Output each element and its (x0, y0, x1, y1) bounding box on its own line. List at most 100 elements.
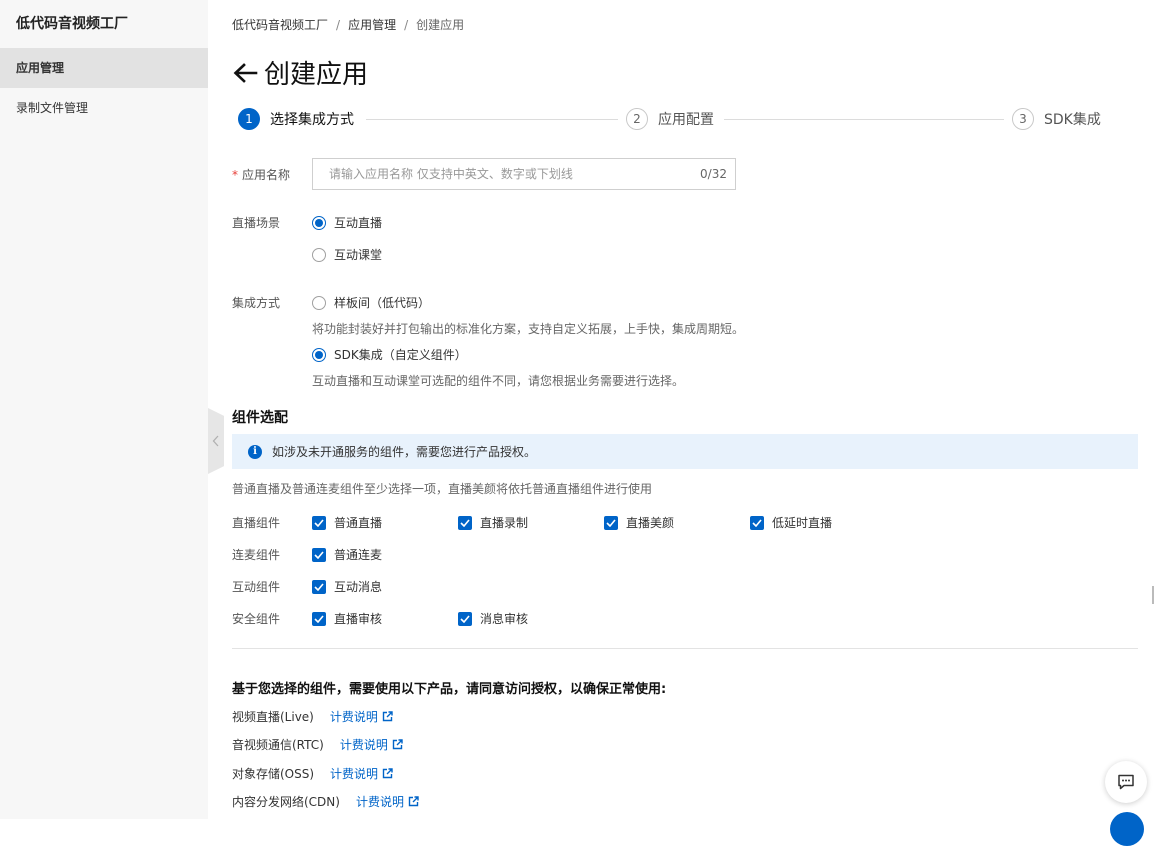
checkbox-interactive-message[interactable]: 互动消息 (312, 578, 382, 595)
breadcrumb-separator: / (404, 18, 409, 32)
step-label: 选择集成方式 (270, 112, 354, 128)
step-1: 1 选择集成方式 (238, 108, 354, 130)
billing-link[interactable]: 计费说明 (330, 708, 393, 725)
step-number: 3 (1012, 108, 1034, 130)
step-label: SDK集成 (1044, 112, 1101, 128)
breadcrumb-item-current: 创建应用 (416, 18, 465, 32)
notice-text: 如涉及未开通服务的组件，需要您进行产品授权。 (272, 445, 537, 459)
step-2: 2 应用配置 (626, 108, 714, 130)
chat-support-button[interactable] (1105, 761, 1147, 803)
checkbox-live-moderation[interactable]: 直播审核 (312, 610, 382, 627)
checkbox-checked-icon[interactable] (458, 611, 472, 626)
group-label-security: 安全组件 (232, 612, 281, 626)
checkbox-checked-icon[interactable] (312, 547, 326, 562)
page-header: 创建应用 (232, 54, 368, 91)
checkbox-standard-cohost[interactable]: 普通连麦 (312, 546, 382, 563)
product-name: 音视频通信(RTC) (232, 738, 324, 752)
checkbox-checked-icon[interactable] (750, 515, 764, 530)
radio-template-room[interactable]: 样板间（低代码） (312, 294, 430, 311)
checkbox-checked-icon[interactable] (458, 515, 472, 530)
template-room-help: 将功能封装好并打包输出的标准化方案，支持自定义拓展，上手快，集成周期短。 (312, 322, 745, 336)
sidebar-item-app-management[interactable]: 应用管理 (0, 48, 208, 88)
sidebar: 低代码音视频工厂 应用管理 录制文件管理 (0, 0, 208, 819)
group-label-interaction: 互动组件 (232, 580, 281, 594)
billing-link[interactable]: 计费说明 (330, 765, 393, 782)
app-name-field[interactable]: 0/32 (312, 158, 736, 190)
radio-dot[interactable] (312, 295, 326, 310)
checkbox-live-beauty[interactable]: 直播美颜 (604, 514, 674, 531)
external-link-icon[interactable] (408, 796, 419, 807)
sidebar-brand: 低代码音视频工厂 (16, 16, 128, 32)
checkbox-checked-icon[interactable] (312, 611, 326, 626)
product-row-cdn: 内容分发网络(CDN) 计费说明 (232, 793, 419, 810)
checkbox-standard-live[interactable]: 普通直播 (312, 514, 382, 531)
group-label-live: 直播组件 (232, 516, 281, 530)
radio-label: 互动直播 (334, 216, 383, 230)
info-notice: i 如涉及未开通服务的组件，需要您进行产品授权。 (232, 434, 1138, 469)
radio-dot[interactable] (312, 247, 326, 262)
radio-dot[interactable] (312, 215, 326, 230)
checkbox-label: 互动消息 (334, 580, 383, 594)
sdk-integration-help: 互动直播和互动课堂可选配的组件不同，请您根据业务需要进行选择。 (312, 374, 685, 388)
billing-link-text[interactable]: 计费说明 (356, 793, 404, 810)
radio-dot[interactable] (312, 347, 326, 362)
app-name-input[interactable] (313, 159, 701, 189)
step-3: 3 SDK集成 (1012, 108, 1101, 130)
required-mark: * (232, 168, 238, 182)
checkbox-message-moderation[interactable]: 消息审核 (458, 610, 528, 627)
billing-link[interactable]: 计费说明 (340, 736, 403, 753)
step-connector (724, 119, 1004, 120)
group-label-cohost: 连麦组件 (232, 548, 281, 562)
radio-label: 样板间（低代码） (334, 296, 431, 310)
sidebar-item-recording-files[interactable]: 录制文件管理 (0, 88, 208, 128)
radio-interactive-live[interactable]: 互动直播 (312, 214, 382, 231)
checkbox-checked-icon[interactable] (312, 515, 326, 530)
checkbox-low-latency-live[interactable]: 低延时直播 (750, 514, 832, 531)
product-name: 对象存储(OSS) (232, 767, 315, 781)
stepper: 1 选择集成方式 2 应用配置 3 SDK集成 (238, 108, 1104, 130)
divider (232, 648, 1138, 649)
checkbox-label: 直播录制 (480, 516, 529, 530)
scene-label: 直播场景 (232, 216, 281, 230)
billing-link[interactable]: 计费说明 (356, 793, 419, 810)
page-title: 创建应用 (264, 60, 369, 90)
product-name: 内容分发网络(CDN) (232, 795, 340, 809)
radio-sdk-integration[interactable]: SDK集成（自定义组件） (312, 346, 467, 363)
checkbox-label: 普通直播 (334, 516, 383, 530)
checkbox-checked-icon[interactable] (604, 515, 618, 530)
checkbox-checked-icon[interactable] (312, 579, 326, 594)
app-name-label: * 应用名称 (232, 166, 290, 183)
checkbox-label: 普通连麦 (334, 548, 383, 562)
external-link-icon[interactable] (392, 739, 403, 750)
external-link-icon[interactable] (382, 711, 393, 722)
chevron-left-icon (212, 435, 219, 447)
info-icon: i (248, 444, 262, 459)
external-link-icon[interactable] (382, 768, 393, 779)
checkbox-live-recording[interactable]: 直播录制 (458, 514, 528, 531)
char-counter: 0/32 (700, 167, 727, 181)
product-row-rtc: 音视频通信(RTC) 计费说明 (232, 736, 403, 753)
integration-label: 集成方式 (232, 296, 281, 310)
components-title: 组件选配 (232, 410, 288, 426)
radio-interactive-classroom[interactable]: 互动课堂 (312, 246, 382, 263)
breadcrumb-separator: / (336, 18, 341, 32)
breadcrumb-item-factory[interactable]: 低代码音视频工厂 (232, 18, 328, 32)
billing-link-text[interactable]: 计费说明 (340, 736, 388, 753)
sidebar-collapse-handle[interactable] (208, 408, 224, 474)
chat-icon (1118, 774, 1134, 790)
components-hint: 普通直播及普通连麦组件至少选择一项，直播美颜将依托普通直播组件进行使用 (232, 482, 653, 496)
floating-action-button[interactable] (1110, 812, 1144, 846)
main-content: 低代码音视频工厂 / 应用管理 / 创建应用 创建应用 1 选择集成方式 2 应用配置 … (232, 0, 1138, 819)
checkbox-label: 直播美颜 (626, 516, 675, 530)
arrow-left-icon[interactable] (232, 62, 258, 84)
breadcrumb-item-app-management[interactable]: 应用管理 (348, 18, 396, 32)
billing-link-text[interactable]: 计费说明 (330, 708, 378, 725)
billing-link-text[interactable]: 计费说明 (330, 765, 378, 782)
radio-label: SDK集成（自定义组件） (334, 348, 467, 362)
breadcrumb: 低代码音视频工厂 / 应用管理 / 创建应用 (232, 16, 464, 33)
checkbox-label: 消息审核 (480, 612, 529, 626)
checkbox-label: 直播审核 (334, 612, 383, 626)
step-number: 2 (626, 108, 648, 130)
step-number: 1 (238, 108, 260, 130)
product-name: 视频直播(Live) (232, 710, 314, 724)
